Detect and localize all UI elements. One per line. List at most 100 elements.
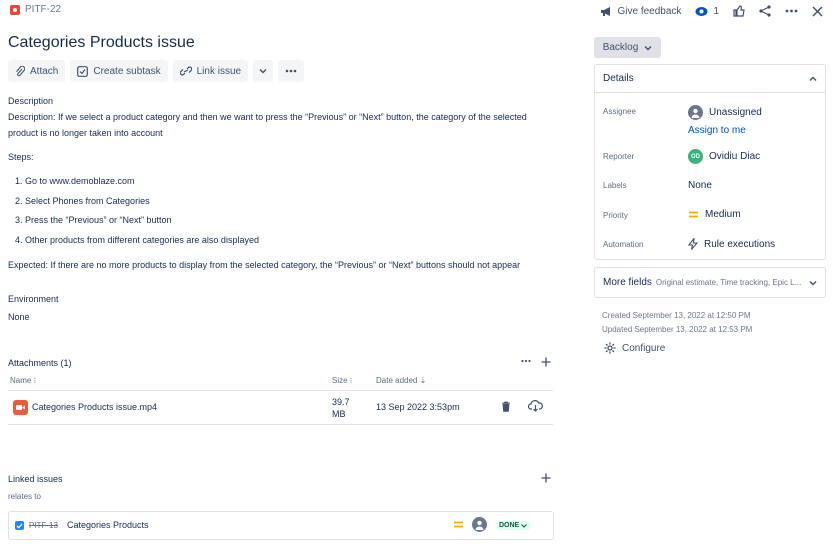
issue-title[interactable]: Categories Products issue	[8, 34, 195, 52]
trash-icon[interactable]	[501, 401, 511, 412]
add-linked-issue-icon[interactable]	[541, 473, 551, 483]
watch-button[interactable]: 1	[695, 6, 719, 17]
lightning-icon	[688, 238, 698, 250]
environment-value[interactable]: None	[8, 309, 30, 325]
list-item: 4. Other products from different categor…	[15, 234, 259, 245]
steps-label: Steps:	[8, 152, 34, 162]
paperclip-icon	[16, 65, 25, 76]
video-file-icon	[13, 400, 28, 415]
more-fields-hint: Original estimate, Time tracking, Epic L…	[655, 278, 802, 287]
configure-label: Configure	[622, 342, 666, 354]
attach-label: Attach	[30, 65, 59, 77]
automation-field[interactable]: Rule executions	[688, 238, 775, 250]
more-toolbar-button[interactable]	[278, 60, 305, 82]
list-item: 1. Go to www.demoblaze.com	[15, 176, 135, 186]
automation-label: Automation	[603, 240, 644, 249]
subtask-icon	[77, 65, 89, 77]
issue-key-breadcrumb[interactable]: PITF-22	[10, 4, 61, 15]
more-actions-icon[interactable]	[785, 9, 798, 13]
priority-label: Priority	[603, 211, 628, 220]
environment-heading: Environment	[8, 294, 59, 304]
link-icon	[179, 66, 192, 76]
attachments-heading: Attachments (1)	[8, 358, 72, 368]
watch-count: 1	[713, 5, 719, 17]
unassigned-avatar-icon[interactable]	[472, 517, 487, 532]
thumbs-up-icon[interactable]	[733, 5, 745, 17]
issue-toolbar: Attach Create subtask Link issue	[8, 60, 305, 82]
priority-medium-icon	[453, 520, 464, 531]
top-actions: Give feedback 1	[600, 2, 824, 20]
unassigned-avatar-icon	[688, 105, 703, 120]
reporter-label: Reporter	[603, 152, 635, 161]
create-subtask-button[interactable]: Create subtask	[70, 60, 168, 82]
ellipsis-icon	[285, 69, 297, 73]
linked-issue-row[interactable]: PITF-13 Categories Products DONE	[8, 511, 554, 540]
chevron-down-icon	[644, 45, 652, 50]
table-row[interactable]: Categories Products issue.mp4 39.7 MB 13…	[8, 391, 553, 424]
create-subtask-label: Create subtask	[93, 65, 161, 77]
megaphone-icon	[600, 6, 610, 16]
link-issue-button[interactable]: Link issue	[172, 60, 249, 82]
assign-to-me-link[interactable]: Assign to me	[688, 125, 746, 136]
labels-value[interactable]: None	[688, 180, 712, 191]
expected-result: Expected: If there are no more products …	[8, 260, 521, 270]
linked-issues-heading: Linked issues	[8, 474, 63, 484]
priority-medium-icon	[689, 211, 698, 218]
table-divider	[8, 424, 553, 425]
status-label: Backlog	[602, 42, 639, 53]
details-header[interactable]: Details	[595, 65, 825, 93]
col-header-name[interactable]: Name ⁝	[10, 376, 36, 385]
assignee-value: Unassigned	[709, 107, 762, 118]
description-line-1: Description: If we select a product cate…	[8, 112, 527, 122]
list-item: 3. Press the “Previous” or “Next” button	[15, 215, 172, 225]
reporter-value: Ovidiu Diac	[709, 151, 761, 162]
description-line-2: product is no longer taken into account	[8, 128, 163, 138]
automation-value: Rule executions	[704, 238, 776, 250]
labels-label: Labels	[603, 181, 627, 190]
reporter-avatar: OD	[688, 149, 703, 164]
issue-key[interactable]: PITF-22	[25, 4, 61, 15]
bug-icon	[10, 4, 20, 15]
reporter-field[interactable]: OD Ovidiu Diac	[688, 149, 760, 164]
link-issue-label: Link issue	[196, 65, 242, 77]
attachment-size-unit: MB	[332, 409, 346, 419]
close-icon[interactable]	[812, 5, 823, 17]
attachment-name[interactable]: Categories Products issue.mp4	[32, 402, 157, 412]
priority-field[interactable]: Medium	[688, 209, 741, 220]
attachment-size-value: 39.7	[332, 397, 350, 407]
list-item: 2. Select Phones from Categories	[15, 195, 150, 206]
col-header-date[interactable]: Date added ⇣	[376, 376, 426, 385]
assignee-label: Assignee	[603, 107, 636, 116]
add-attachment-icon[interactable]	[541, 357, 551, 367]
chevron-down-icon	[809, 280, 817, 285]
chevron-down-icon	[521, 523, 528, 528]
configure-button[interactable]: Configure	[604, 342, 665, 354]
chevron-down-icon	[259, 69, 267, 74]
eye-icon	[695, 6, 708, 16]
more-fields-label: More fields	[603, 277, 652, 288]
linked-issue-summary[interactable]: Categories Products	[67, 520, 149, 530]
linked-issue-key[interactable]: PITF-13	[29, 521, 58, 530]
assignee-field[interactable]: Unassigned	[688, 105, 762, 120]
col-header-size[interactable]: Size ⁝	[332, 376, 352, 385]
download-cloud-icon[interactable]	[528, 400, 543, 412]
attachments-more-icon[interactable]	[521, 359, 531, 363]
description-heading: Description	[8, 96, 54, 106]
share-icon[interactable]	[759, 5, 771, 17]
priority-value: Medium	[705, 209, 741, 220]
details-panel: Details Assignee Unassigned Assign to me…	[594, 64, 826, 260]
created-timestamp: Created September 13, 2022 at 12:50 PM	[602, 311, 751, 320]
more-fields-toggle[interactable]: More fields Original estimate, Time trac…	[594, 267, 826, 298]
give-feedback-button[interactable]: Give feedback	[600, 5, 682, 17]
chevron-up-icon	[809, 76, 817, 81]
details-label: Details	[603, 73, 634, 84]
attachment-date: 13 Sep 2022 3:53pm	[376, 402, 460, 412]
steps-list: 1. Go to www.demoblaze.com 2. Select Pho…	[15, 172, 259, 250]
status-badge[interactable]: DONE	[496, 521, 531, 530]
link-dropdown-button[interactable]	[253, 60, 274, 82]
give-feedback-label: Give feedback	[617, 5, 682, 17]
attach-button[interactable]: Attach	[8, 60, 66, 82]
updated-timestamp: Updated September 13, 2022 at 12:53 PM	[602, 325, 753, 334]
relation-label: relates to	[8, 492, 41, 501]
status-dropdown[interactable]: Backlog	[594, 37, 661, 58]
